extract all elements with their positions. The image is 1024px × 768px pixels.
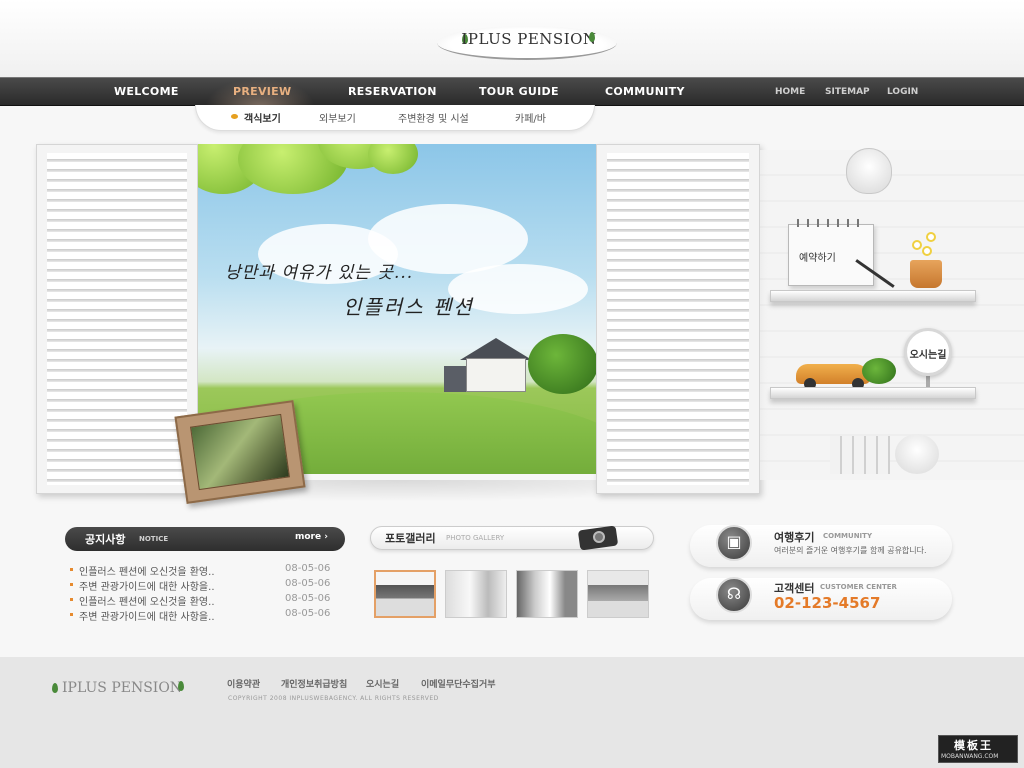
footer-link-privacy[interactable]: 개인정보취급방침 <box>281 677 347 690</box>
subnav-cafe-bar[interactable]: 카페/바 <box>515 110 546 125</box>
notice-item[interactable]: 인플러스 펜션에 오신것을 환영.. 08-05-06 <box>70 593 340 608</box>
gallery-thumbnail[interactable] <box>587 570 649 618</box>
flower-pot <box>910 260 942 288</box>
right-shutter <box>596 144 760 494</box>
notice-item-text[interactable]: 인플러스 펜션에 오신것을 환영.. <box>79 563 215 578</box>
directions-label[interactable]: 오시는길 <box>907 346 949 361</box>
gallery-thumbnail[interactable] <box>516 570 578 618</box>
leaf-icon <box>178 681 184 691</box>
footer <box>0 657 1024 768</box>
shutter-slats <box>607 153 749 485</box>
leaf-icon <box>589 32 595 42</box>
subnav-exterior-view[interactable]: 외부보기 <box>319 110 356 125</box>
sign-pole <box>926 376 930 387</box>
lamp-icon <box>846 148 892 194</box>
footer-link-email-policy[interactable]: 이메일무단수집거부 <box>421 677 496 690</box>
gallery-thumbnail[interactable] <box>445 570 507 618</box>
teddy-bear-icon <box>895 434 939 474</box>
bullet-icon <box>70 568 73 571</box>
hero-tagline: 낭만과 여유가 있는 곳... <box>225 263 414 283</box>
notice-item-date: 08-05-06 <box>285 593 331 604</box>
subnav-room-view[interactable]: 객식보기 <box>244 110 281 125</box>
left-shutter <box>36 144 198 494</box>
notice-item[interactable]: 주변 관광가이드에 대한 사항을.. 08-05-06 <box>70 608 340 623</box>
frame-photo <box>189 413 291 491</box>
bullet-icon <box>70 598 73 601</box>
util-sitemap[interactable]: SITEMAP <box>825 87 870 97</box>
books-icon <box>830 436 890 474</box>
shelf <box>770 387 976 399</box>
camera-glyph-icon: ▣ <box>726 532 742 551</box>
watermark-url: MOBANWANG.COM <box>941 753 999 760</box>
bush-icon <box>862 358 896 384</box>
footer-logo: IPLUS PENSION <box>62 680 183 696</box>
headset-glyph-icon: ☊ <box>726 584 742 603</box>
hero-title: 인플러스 펜션 <box>343 295 474 319</box>
active-bullet-icon <box>231 114 238 119</box>
nav-reservation[interactable]: RESERVATION <box>348 85 437 98</box>
watermark-text: 模板王 <box>954 739 993 752</box>
util-home[interactable]: HOME <box>775 87 805 97</box>
footer-link-directions[interactable]: 오시는길 <box>366 677 399 690</box>
gallery-thumbnail[interactable] <box>374 570 436 618</box>
community-desc: 여러분의 즐거운 여행후기를 함께 공유합니다. <box>774 546 927 555</box>
copyright: COPYRIGHT 2008 INPLUSWEBAGENCY. ALL RIGH… <box>228 695 439 702</box>
spiral-rings <box>797 219 867 227</box>
nav-welcome[interactable]: WELCOME <box>114 85 179 98</box>
notice-item[interactable]: 인플러스 펜션에 오신것을 환영.. 08-05-06 <box>70 563 340 578</box>
tree <box>528 334 596 394</box>
brick-wall <box>760 150 1024 480</box>
flower-icon <box>912 240 922 250</box>
notice-item-date: 08-05-06 <box>285 563 331 574</box>
notice-item[interactable]: 주변 관광가이드에 대한 사항을.. 08-05-06 <box>70 578 340 593</box>
gallery-title: 포토갤러리 <box>385 532 436 545</box>
notice-title: 공지사항 <box>85 533 126 546</box>
photo-frame <box>174 400 306 504</box>
nav-community[interactable]: COMMUNITY <box>605 85 685 98</box>
notice-item-date: 08-05-06 <box>285 578 331 589</box>
notice-subtitle: NOTICE <box>139 535 169 543</box>
subnav-surroundings[interactable]: 주변환경 및 시설 <box>398 110 469 125</box>
notice-item-text[interactable]: 주변 관광가이드에 대한 사항을.. <box>79 578 215 593</box>
gallery-subtitle: PHOTO GALLERY <box>446 534 505 542</box>
site-logo[interactable]: IPLUS PENSION <box>456 30 602 48</box>
bullet-icon <box>70 613 73 616</box>
flower-icon <box>922 246 932 256</box>
nav-preview[interactable]: PREVIEW <box>233 85 291 98</box>
nav-tour-guide[interactable]: TOUR GUIDE <box>479 85 559 98</box>
house-roof <box>460 338 532 360</box>
customer-subtitle: CUSTOMER CENTER <box>820 583 897 591</box>
reservation-label[interactable]: 예약하기 <box>799 249 836 264</box>
notice-item-date: 08-05-06 <box>285 608 331 619</box>
camera-lens <box>593 531 605 543</box>
footer-link-terms[interactable]: 이용약관 <box>227 677 260 690</box>
sub-nav: 객식보기 외부보기 주변환경 및 시설 카페/바 <box>195 105 595 131</box>
flower-icon <box>926 232 936 242</box>
leaf-icon <box>52 683 58 693</box>
community-title[interactable]: 여행후기 <box>774 529 814 545</box>
bullet-icon <box>70 583 73 586</box>
main-nav: WELCOME PREVIEW RESERVATION TOUR GUIDE C… <box>0 77 1024 107</box>
notice-item-text[interactable]: 인플러스 펜션에 오신것을 환영.. <box>79 593 215 608</box>
notice-item-text[interactable]: 주변 관광가이드에 대한 사항을.. <box>79 608 215 623</box>
phone-number: 02-123-4567 <box>774 594 881 612</box>
shutter-slats <box>47 153 187 485</box>
notice-more-link[interactable]: more › <box>295 532 328 542</box>
util-login[interactable]: LOGIN <box>887 87 918 97</box>
reservation-notepad[interactable]: 예약하기 <box>788 219 874 286</box>
house <box>466 358 526 392</box>
community-subtitle: COMMUNITY <box>823 532 873 540</box>
notice-list: 인플러스 펜션에 오신것을 환영.. 08-05-06 주변 관광가이드에 대한… <box>70 563 340 623</box>
shelf <box>770 290 976 302</box>
leaves <box>368 144 418 174</box>
